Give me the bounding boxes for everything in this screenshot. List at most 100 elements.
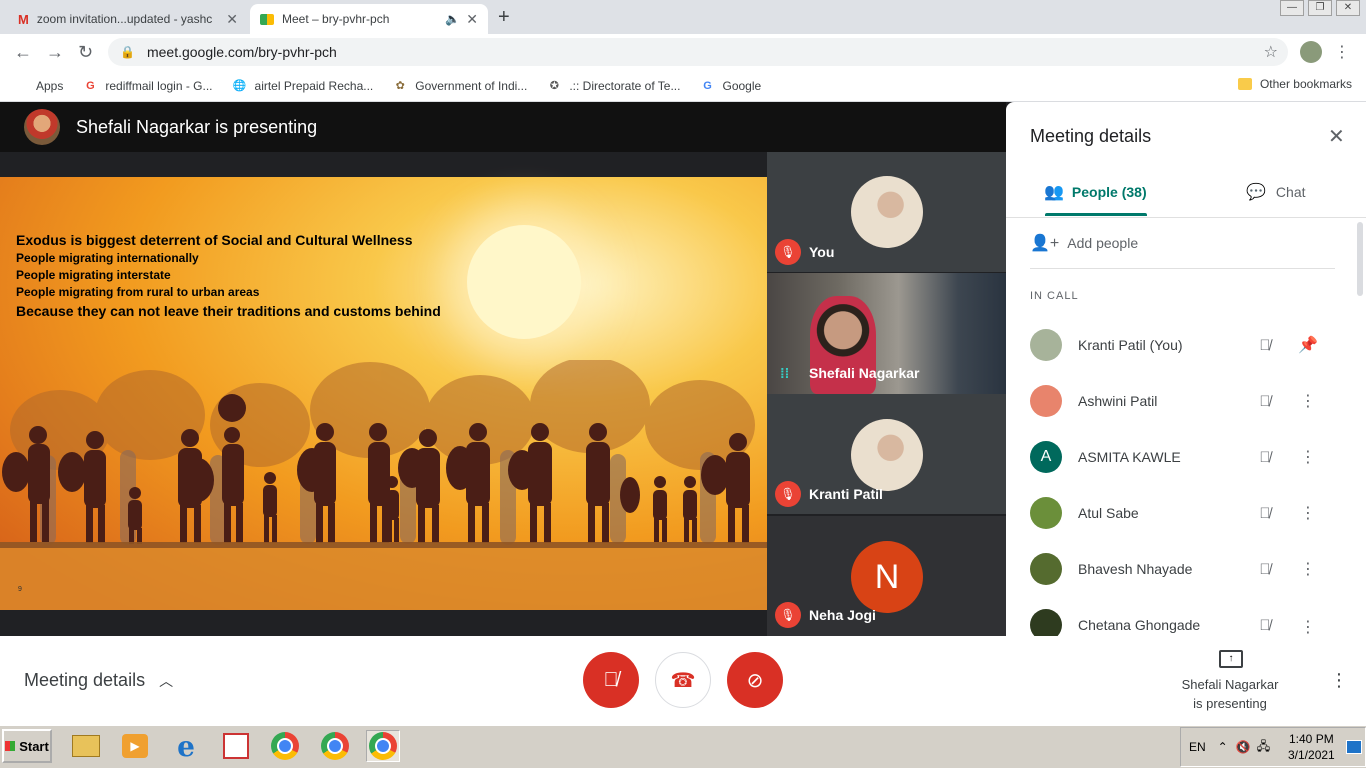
bookmark-google[interactable]: G Google: [700, 79, 761, 93]
slide-heading: Exodus is biggest deterrent of Social an…: [16, 232, 413, 248]
forward-icon[interactable]: →: [46, 42, 64, 63]
close-tab-icon[interactable]: ✕: [466, 11, 478, 28]
internet-explorer-icon[interactable]: e: [169, 730, 203, 763]
bookmark-government[interactable]: ✿ Government of Indi...: [393, 78, 528, 93]
hang-up-icon: ☎: [670, 669, 696, 692]
panel-divider: [1006, 217, 1366, 218]
tray-expand-icon[interactable]: ⌃: [1218, 740, 1228, 754]
paint-icon[interactable]: [219, 730, 253, 762]
network-icon[interactable]: 🖧: [1257, 737, 1270, 758]
active-tab-indicator: [1045, 213, 1147, 216]
new-tab-icon[interactable]: +: [498, 6, 510, 29]
bookmark-rediffmail[interactable]: G rediffmail login - G...: [83, 79, 212, 93]
camera-off-icon: ⊘: [746, 669, 764, 692]
presenting-status[interactable]: Shefali Nagarkar is presenting: [1170, 675, 1290, 713]
url-text: meet.google.com/bry-pvhr-pch: [146, 44, 337, 60]
more-icon[interactable]: ⋮: [1298, 559, 1318, 579]
slide-sun: [467, 225, 581, 339]
other-bookmarks-label: Other bookmarks: [1259, 77, 1352, 91]
tile-name: Neha Jogi: [809, 607, 876, 623]
slide-line: People migrating internationally: [16, 251, 199, 265]
bookmark-label: rediffmail login - G...: [105, 78, 213, 93]
panel-scrollbar[interactable]: [1357, 222, 1363, 296]
tab-title: zoom invitation...updated - yashc: [36, 12, 213, 26]
more-icon[interactable]: ⋮: [1298, 447, 1318, 467]
mic-off-icon[interactable]: 🎙̸: [1250, 337, 1280, 354]
profile-avatar[interactable]: [1300, 41, 1322, 63]
windows-taskbar: [0, 724, 1366, 768]
close-tab-icon[interactable]: ✕: [226, 11, 238, 28]
mic-off-icon[interactable]: 🎙̸: [1250, 393, 1280, 410]
windows-flag-icon: [5, 741, 16, 751]
back-icon[interactable]: ←: [14, 42, 32, 63]
mic-off-icon[interactable]: 🎙̸: [1250, 505, 1280, 522]
mic-off-icon[interactable]: 🎙̸: [1250, 617, 1280, 634]
window-controls: — ❐ ✕: [1280, 0, 1360, 16]
more-icon[interactable]: ⋮: [1298, 503, 1318, 523]
chat-icon: 💬: [1246, 184, 1266, 201]
other-bookmarks[interactable]: Other bookmarks: [1237, 77, 1352, 91]
browser-menu-icon[interactable]: ⋮: [1334, 42, 1350, 62]
tab-gmail[interactable]: M zoom invitation...updated - yashc ✕: [8, 4, 248, 34]
tile-name: Shefali Nagarkar: [809, 365, 920, 381]
mic-off-icon[interactable]: 🎙̸: [1250, 449, 1280, 466]
apps-grid-icon: [14, 79, 28, 93]
pin-icon[interactable]: 📌: [1298, 335, 1318, 355]
bookmark-airtel[interactable]: 🌐 airtel Prepaid Recha...: [233, 79, 374, 93]
mic-toggle-button[interactable]: 🎙̸: [583, 652, 639, 708]
participant-row: Chetana Ghongade 🎙̸ ⋮: [1030, 605, 1340, 636]
avatar-initial: A: [1030, 441, 1062, 473]
bookmark-label: Government of Indi...: [415, 78, 528, 93]
slide-line: People migrating interstate: [16, 268, 171, 282]
tab-people[interactable]: 👥 People (38): [1044, 182, 1147, 202]
browser-toolbar: ← → ↻ 🔒 meet.google.com/bry-pvhr-pch ☆ ⋮: [0, 34, 1366, 70]
participant-name: Atul Sabe: [1078, 505, 1139, 521]
restore-icon[interactable]: ❐: [1308, 0, 1332, 16]
minimize-icon[interactable]: —: [1280, 0, 1304, 16]
explorer-icon[interactable]: [69, 730, 103, 762]
language-indicator[interactable]: EN: [1189, 740, 1206, 754]
system-tray: EN ⌃ 🔇 🖧: [1180, 727, 1366, 767]
lock-icon[interactable]: 🔒: [120, 45, 135, 59]
tab-chat-label: Chat: [1275, 184, 1306, 200]
chrome-icon[interactable]: [318, 730, 352, 762]
leave-call-button[interactable]: ☎: [655, 652, 711, 708]
close-panel-icon[interactable]: ✕: [1328, 124, 1345, 149]
speaker-icon[interactable]: 🔈: [445, 12, 460, 26]
chrome-icon[interactable]: [366, 730, 400, 762]
chrome-icon[interactable]: [268, 730, 302, 762]
media-player-icon[interactable]: ▶: [118, 730, 152, 762]
tile-name: You: [809, 244, 835, 260]
more-options-icon[interactable]: ⋮: [1330, 670, 1348, 691]
avatar: [1030, 385, 1062, 417]
add-people-button[interactable]: 👤+ Add people: [1030, 233, 1138, 253]
bookmark-apps[interactable]: Apps: [14, 79, 63, 93]
clock[interactable]: 1:40 PM 3/1/2021: [1288, 731, 1335, 763]
close-window-icon[interactable]: ✕: [1336, 0, 1360, 16]
reload-icon[interactable]: ↻: [78, 42, 93, 63]
meeting-details-button[interactable]: Meeting details ︿: [24, 670, 173, 691]
globe-icon: 🌐: [232, 80, 247, 92]
tab-chat[interactable]: 💬 Chat: [1246, 182, 1306, 202]
more-icon[interactable]: ⋮: [1298, 617, 1318, 636]
avatar: [851, 176, 923, 248]
tab-meet[interactable]: Meet – bry-pvhr-pch 🔈 ✕: [250, 4, 488, 34]
bookmark-label: airtel Prepaid Recha...: [254, 78, 374, 93]
start-button[interactable]: Start: [2, 729, 52, 763]
bookmark-directorate[interactable]: ✪ .:: Directorate of Te...: [547, 79, 681, 93]
mic-off-icon: 🎙: [775, 481, 801, 507]
avatar: [1030, 329, 1062, 361]
presenting-title: Shefali Nagarkar is presenting: [76, 117, 318, 137]
meet-icon: [260, 13, 274, 25]
show-desktop-icon[interactable]: [1346, 740, 1362, 754]
participant-row: A ASMITA KAWLE 🎙̸ ⋮: [1030, 437, 1340, 477]
mic-off-icon[interactable]: 🎙̸: [1250, 561, 1280, 578]
volume-muted-icon[interactable]: 🔇: [1236, 740, 1251, 754]
present-screen-icon[interactable]: ↑: [1219, 650, 1243, 668]
address-bar[interactable]: 🔒 meet.google.com/bry-pvhr-pch: [108, 38, 1288, 66]
bookmark-star-icon[interactable]: ☆: [1264, 42, 1278, 62]
participant-name: Chetana Ghongade: [1078, 617, 1201, 633]
more-icon[interactable]: ⋮: [1298, 391, 1318, 411]
presenter-avatar: [24, 109, 60, 145]
camera-toggle-button[interactable]: ⊘: [727, 652, 783, 708]
